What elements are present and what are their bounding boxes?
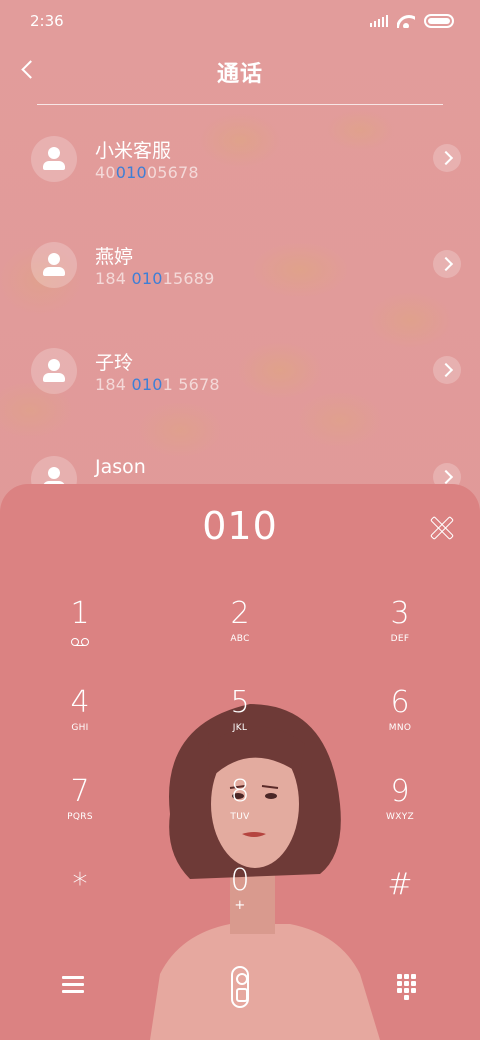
status-icons bbox=[370, 14, 454, 28]
key-letters: WXYZ bbox=[386, 812, 414, 822]
contact-name: Jason bbox=[95, 456, 146, 478]
list-item[interactable]: 小米客服 4001005678 bbox=[0, 118, 480, 208]
key-star[interactable]: * bbox=[30, 868, 130, 940]
number-match: 010 bbox=[131, 375, 163, 394]
key-9[interactable]: 9 WXYZ bbox=[350, 775, 450, 847]
number-suffix: 05678 bbox=[146, 163, 199, 182]
menu-icon[interactable] bbox=[62, 976, 84, 994]
key-2[interactable]: 2 ABC bbox=[190, 597, 290, 669]
key-5[interactable]: 5 JKL bbox=[190, 686, 290, 758]
key-letters: PQRS bbox=[67, 812, 93, 822]
key-hash[interactable]: # bbox=[350, 868, 450, 940]
key-digit: 0 bbox=[230, 863, 250, 898]
contact-number: 184 0101 5678 bbox=[95, 375, 220, 394]
phone-call-icon[interactable] bbox=[231, 966, 249, 1008]
key-digit: 1 bbox=[70, 596, 90, 631]
status-bar: 2:36 bbox=[0, 0, 480, 42]
key-4[interactable]: 4 GHI bbox=[30, 686, 130, 758]
avatar bbox=[31, 242, 77, 288]
avatar bbox=[31, 348, 77, 394]
list-item[interactable]: 燕婷 184 01015689 bbox=[0, 224, 480, 314]
list-item[interactable]: 子玲 184 0101 5678 bbox=[0, 330, 480, 420]
key-digit: 8 bbox=[230, 774, 250, 809]
contact-name: 燕婷 bbox=[95, 246, 134, 268]
number-prefix: 40 bbox=[95, 163, 116, 182]
dial-input-display[interactable]: 010 bbox=[0, 504, 480, 548]
key-letters: GHI bbox=[71, 723, 89, 733]
key-3[interactable]: 3 DEF bbox=[350, 597, 450, 669]
contact-number: 184 01015689 bbox=[95, 269, 214, 288]
key-0[interactable]: 0 + bbox=[190, 864, 290, 936]
key-digit: 9 bbox=[390, 774, 410, 809]
battery-icon bbox=[424, 14, 454, 28]
contact-detail-chevron-icon[interactable] bbox=[433, 144, 461, 172]
page-title: 通话 bbox=[216, 62, 263, 87]
signal-icon bbox=[370, 15, 388, 27]
key-letters: MNO bbox=[388, 723, 412, 733]
contact-number: 4001005678 bbox=[95, 163, 199, 182]
clear-x-icon[interactable] bbox=[428, 514, 454, 540]
key-letters: + bbox=[234, 898, 246, 913]
key-8[interactable]: 8 TUV bbox=[190, 775, 290, 847]
key-digit: 5 bbox=[230, 685, 250, 720]
contact-detail-chevron-icon[interactable] bbox=[433, 250, 461, 278]
key-digit: 2 bbox=[230, 596, 250, 631]
key-1[interactable]: 1 bbox=[30, 597, 130, 669]
key-letters: TUV bbox=[230, 812, 250, 822]
dialer-panel: 010 bbox=[0, 484, 480, 1040]
number-suffix: 15689 bbox=[162, 269, 215, 288]
dialer-bottom-bar bbox=[0, 966, 480, 1008]
key-digit: 6 bbox=[390, 685, 410, 720]
number-match: 010 bbox=[115, 163, 147, 182]
key-digit: # bbox=[387, 867, 413, 902]
number-suffix: 1 5678 bbox=[162, 375, 220, 394]
key-letters: ABC bbox=[230, 634, 250, 644]
key-digit: * bbox=[72, 867, 88, 902]
key-7[interactable]: 7 PQRS bbox=[30, 775, 130, 847]
keypad-icon[interactable] bbox=[397, 974, 417, 1000]
key-digit: 7 bbox=[70, 774, 90, 809]
avatar bbox=[31, 136, 77, 182]
header-divider bbox=[37, 104, 443, 105]
voicemail-icon bbox=[71, 638, 89, 646]
header: 通话 bbox=[0, 48, 480, 94]
contact-name: 小米客服 bbox=[95, 140, 172, 162]
key-letters: JKL bbox=[232, 723, 248, 733]
key-digit: 4 bbox=[70, 685, 90, 720]
key-digit: 3 bbox=[390, 596, 410, 631]
contact-name: 子玲 bbox=[95, 352, 134, 374]
number-match: 010 bbox=[131, 269, 163, 288]
status-time: 2:36 bbox=[30, 12, 64, 30]
key-letters: DEF bbox=[390, 634, 410, 644]
number-prefix: 184 bbox=[95, 269, 132, 288]
key-6[interactable]: 6 MNO bbox=[350, 686, 450, 758]
wifi-icon bbox=[397, 15, 415, 28]
number-prefix: 184 bbox=[95, 375, 132, 394]
contact-detail-chevron-icon[interactable] bbox=[433, 356, 461, 384]
